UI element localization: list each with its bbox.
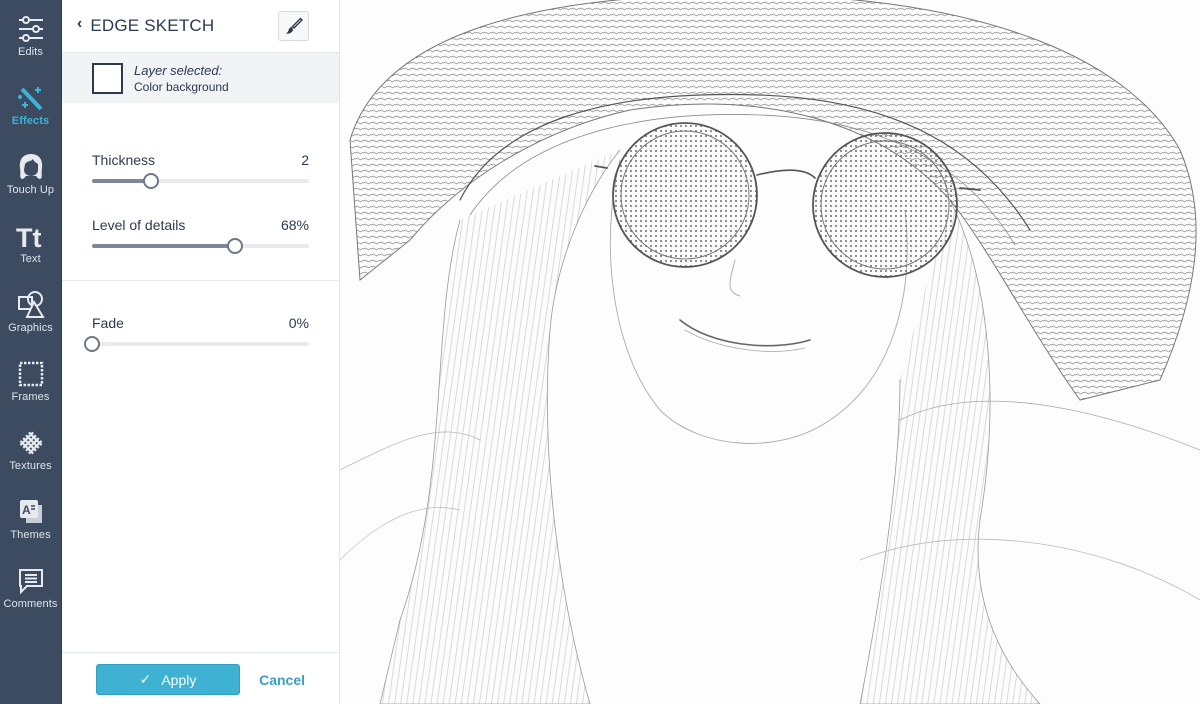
slider-value: 0% bbox=[288, 315, 309, 331]
apply-button[interactable]: ✓ Apply bbox=[96, 664, 240, 695]
slider-group-2: Fade 0% bbox=[62, 281, 339, 380]
nav-label: Effects bbox=[11, 115, 50, 127]
nav-item-frames[interactable]: Frames bbox=[0, 353, 62, 422]
slider-track[interactable] bbox=[92, 238, 309, 254]
slider-thumb[interactable] bbox=[227, 238, 244, 254]
brush-button[interactable] bbox=[278, 11, 309, 41]
photo-canvas[interactable] bbox=[340, 0, 1200, 704]
frame-icon bbox=[18, 361, 43, 387]
slider-value: 68% bbox=[280, 217, 309, 233]
chevron-left-icon[interactable]: ‹ bbox=[77, 15, 82, 33]
sunglasses bbox=[594, 122, 981, 278]
slider-thumb[interactable] bbox=[84, 336, 100, 352]
slider-label: Thickness bbox=[92, 152, 156, 168]
svg-text:A: A bbox=[22, 503, 31, 517]
panel-title: EDGE SKETCH bbox=[90, 16, 215, 35]
slider-value: 2 bbox=[301, 152, 309, 168]
comment-icon bbox=[18, 569, 43, 595]
slider-group-1: Thickness 2 Level of details 68% bbox=[62, 103, 339, 282]
nav-item-effects[interactable]: Effects bbox=[0, 77, 62, 146]
panel-footer: ✓ Apply Cancel bbox=[62, 652, 339, 704]
face-icon bbox=[19, 154, 42, 179]
slider-thumb[interactable] bbox=[142, 173, 159, 189]
themes-icon: A bbox=[19, 500, 42, 523]
nav-item-graphics[interactable]: Graphics bbox=[0, 284, 62, 353]
paintbrush-icon bbox=[285, 17, 303, 34]
layer-color-swatch bbox=[92, 62, 123, 94]
slider-track[interactable] bbox=[92, 173, 309, 189]
edge-sketch-image bbox=[340, 0, 1200, 704]
left-nav: Edits Effects Touch Up Tt Text Graphics … bbox=[0, 0, 62, 704]
cancel-button[interactable]: Cancel bbox=[259, 672, 305, 688]
nav-item-textures[interactable]: Textures bbox=[0, 422, 62, 491]
nav-label: Themes bbox=[10, 529, 51, 541]
apply-label: Apply bbox=[161, 671, 197, 688]
slider-fill bbox=[92, 244, 236, 248]
nav-label: Textures bbox=[9, 460, 52, 472]
slider-label: Fade bbox=[92, 315, 124, 331]
svg-text:Tt: Tt bbox=[16, 223, 41, 251]
layer-selected-value: Color background bbox=[134, 79, 229, 94]
texture-icon bbox=[19, 431, 42, 455]
layer-selected-row[interactable]: Layer selected: Color background bbox=[62, 52, 339, 103]
nav-item-text[interactable]: Tt Text bbox=[0, 215, 62, 284]
nav-label: Edits bbox=[18, 46, 43, 58]
nav-label: Text bbox=[20, 253, 41, 265]
magic-wand-icon bbox=[17, 87, 42, 111]
smile bbox=[679, 319, 811, 347]
slider-label: Level of details bbox=[92, 217, 186, 233]
nav-label: Touch Up bbox=[6, 184, 55, 196]
thickness-slider: Thickness 2 bbox=[92, 152, 309, 217]
checkmark-icon: ✓ bbox=[139, 671, 152, 687]
nav-item-themes[interactable]: A Themes bbox=[0, 491, 62, 560]
slider-fill bbox=[92, 179, 151, 183]
panel-header: ‹ EDGE SKETCH bbox=[62, 0, 339, 52]
nav-item-comments[interactable]: Comments bbox=[0, 560, 62, 629]
sliders-icon bbox=[18, 16, 43, 42]
slider-track[interactable] bbox=[84, 336, 309, 352]
effect-panel: ‹ EDGE SKETCH Layer selected: Color back… bbox=[62, 0, 340, 704]
text-icon: Tt bbox=[16, 223, 41, 251]
nav-item-touch-up[interactable]: Touch Up bbox=[0, 146, 62, 215]
nav-label: Comments bbox=[3, 598, 58, 610]
layer-selected-label: Layer selected: bbox=[134, 62, 223, 78]
nav-label: Graphics bbox=[8, 322, 53, 334]
shapes-icon bbox=[17, 291, 45, 318]
layer-info: Layer selected: Color background bbox=[134, 63, 229, 94]
fade-slider: Fade 0% bbox=[84, 315, 309, 380]
nav-item-edits[interactable]: Edits bbox=[0, 8, 62, 77]
nav-label: Frames bbox=[11, 391, 50, 403]
level-of-details-slider: Level of details 68% bbox=[92, 217, 309, 282]
app: Edits Effects Touch Up Tt Text Graphics … bbox=[0, 0, 1200, 704]
